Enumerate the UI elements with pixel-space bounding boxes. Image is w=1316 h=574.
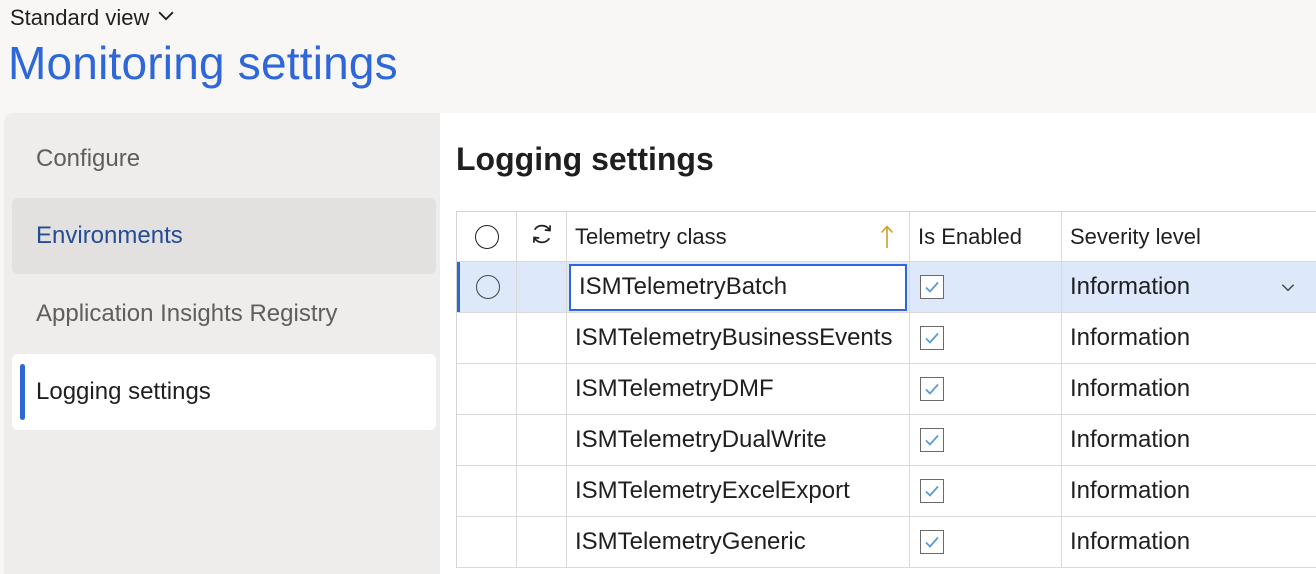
row-spacer-cell [517,517,567,567]
nav-item-label: Configure [36,145,141,172]
severity-level-cell[interactable]: Information [1062,313,1316,363]
main-panel: Logging settings Telemetry class Is Enab… [440,113,1316,574]
nav-item-application-insights-registry[interactable]: Application Insights Registry [12,276,436,352]
column-header-label: Telemetry class [575,223,727,249]
nav-item-logging-settings[interactable]: Logging settings [12,354,436,430]
select-all-cell[interactable] [457,212,517,261]
severity-level-value: Information [1070,528,1191,555]
nav-item-label: Logging settings [36,378,211,405]
content-area: Configure Environments Application Insig… [0,113,1316,574]
telemetry-class-input[interactable]: ISMTelemetryBatch [569,263,907,311]
telemetry-class-cell[interactable]: ISMTelemetryDualWrite [567,415,910,465]
row-spacer-cell [517,364,567,414]
row-select-cell[interactable] [457,262,517,312]
telemetry-class-value: ISMTelemetryBusinessEvents [575,324,893,351]
page: Standard view Monitoring settings Config… [0,0,1316,574]
row-spacer-cell [517,466,567,516]
table-row[interactable]: ISMTelemetryExcelExport Information [457,466,1316,517]
is-enabled-cell[interactable] [910,364,1062,414]
row-select-cell[interactable] [457,517,517,567]
table-row[interactable]: ISMTelemetryGeneric Information [457,517,1316,568]
is-enabled-checkbox[interactable] [920,326,944,350]
nav-item-label: Environments [36,222,183,249]
column-header-is-enabled[interactable]: Is Enabled [910,212,1062,261]
checkmark-icon [925,536,939,548]
refresh-cell[interactable] [517,212,567,261]
column-header-label: Is Enabled [918,223,1022,249]
select-all-radio-icon[interactable] [474,224,499,249]
checkmark-icon [925,485,939,497]
severity-level-cell[interactable]: Information [1062,466,1316,516]
is-enabled-cell[interactable] [910,517,1062,567]
severity-level-dropdown[interactable]: Information [1062,262,1316,312]
table-row[interactable]: ISMTelemetryBusinessEvents Information [457,313,1316,364]
is-enabled-cell[interactable] [910,466,1062,516]
page-title: Monitoring settings [8,37,398,89]
telemetry-class-value: ISMTelemetryBatch [579,273,788,300]
is-enabled-checkbox[interactable] [920,530,944,554]
left-navigation: Configure Environments Application Insig… [4,113,440,574]
refresh-icon[interactable] [529,221,555,253]
severity-level-value: Information [1070,375,1191,402]
row-select-cell[interactable] [457,364,517,414]
telemetry-class-value: ISMTelemetryExcelExport [575,477,850,504]
severity-level-cell[interactable]: Information [1062,415,1316,465]
grid-header-row: Telemetry class Is Enabled Severity leve… [457,212,1316,262]
sort-ascending-icon [879,224,895,250]
logging-settings-grid: Telemetry class Is Enabled Severity leve… [456,211,1316,568]
checkmark-icon [925,383,939,395]
nav-item-configure[interactable]: Configure [12,121,436,197]
column-header-severity-level[interactable]: Severity level [1062,212,1316,261]
row-select-cell[interactable] [457,415,517,465]
row-select-cell[interactable] [457,313,517,363]
column-header-telemetry-class[interactable]: Telemetry class [567,212,910,261]
row-spacer-cell [517,262,567,312]
severity-level-value: Information [1070,426,1191,453]
table-row[interactable]: ISMTelemetryDualWrite Information [457,415,1316,466]
checkmark-icon [925,332,939,344]
severity-level-cell[interactable]: Information [1062,364,1316,414]
is-enabled-cell[interactable] [910,415,1062,465]
severity-level-value: Information [1070,273,1191,300]
nav-item-label: Application Insights Registry [36,300,338,327]
is-enabled-cell[interactable] [910,313,1062,363]
is-enabled-cell[interactable] [910,262,1062,312]
severity-level-value: Information [1070,324,1191,351]
view-selector-label: Standard view [10,5,150,30]
telemetry-class-cell[interactable]: ISMTelemetryBusinessEvents [567,313,910,363]
row-spacer-cell [517,415,567,465]
chevron-down-icon[interactable] [1279,278,1297,296]
table-row[interactable]: ISMTelemetryDMF Information [457,364,1316,415]
chevron-down-icon [155,4,177,32]
telemetry-class-cell[interactable]: ISMTelemetryDMF [567,364,910,414]
nav-item-environments[interactable]: Environments [12,198,436,274]
row-select-cell[interactable] [457,466,517,516]
checkmark-icon [925,281,939,293]
telemetry-class-cell[interactable]: ISMTelemetryExcelExport [567,466,910,516]
telemetry-class-cell[interactable]: ISMTelemetryGeneric [567,517,910,567]
telemetry-class-cell[interactable]: ISMTelemetryBatch [567,262,910,312]
checkmark-icon [925,434,939,446]
severity-level-value: Information [1070,477,1191,504]
telemetry-class-value: ISMTelemetryGeneric [575,528,806,555]
severity-level-cell[interactable]: Information [1062,517,1316,567]
is-enabled-checkbox[interactable] [920,377,944,401]
table-row[interactable]: ISMTelemetryBatch Information [457,262,1316,313]
row-spacer-cell [517,313,567,363]
telemetry-class-value: ISMTelemetryDualWrite [575,426,827,453]
view-selector[interactable]: Standard view [10,4,177,32]
row-radio-icon[interactable] [476,275,500,299]
telemetry-class-value: ISMTelemetryDMF [575,375,774,402]
is-enabled-checkbox[interactable] [920,479,944,503]
is-enabled-checkbox[interactable] [920,428,944,452]
column-header-label: Severity level [1070,223,1201,249]
is-enabled-checkbox[interactable] [920,275,944,299]
section-title: Logging settings [456,141,714,177]
